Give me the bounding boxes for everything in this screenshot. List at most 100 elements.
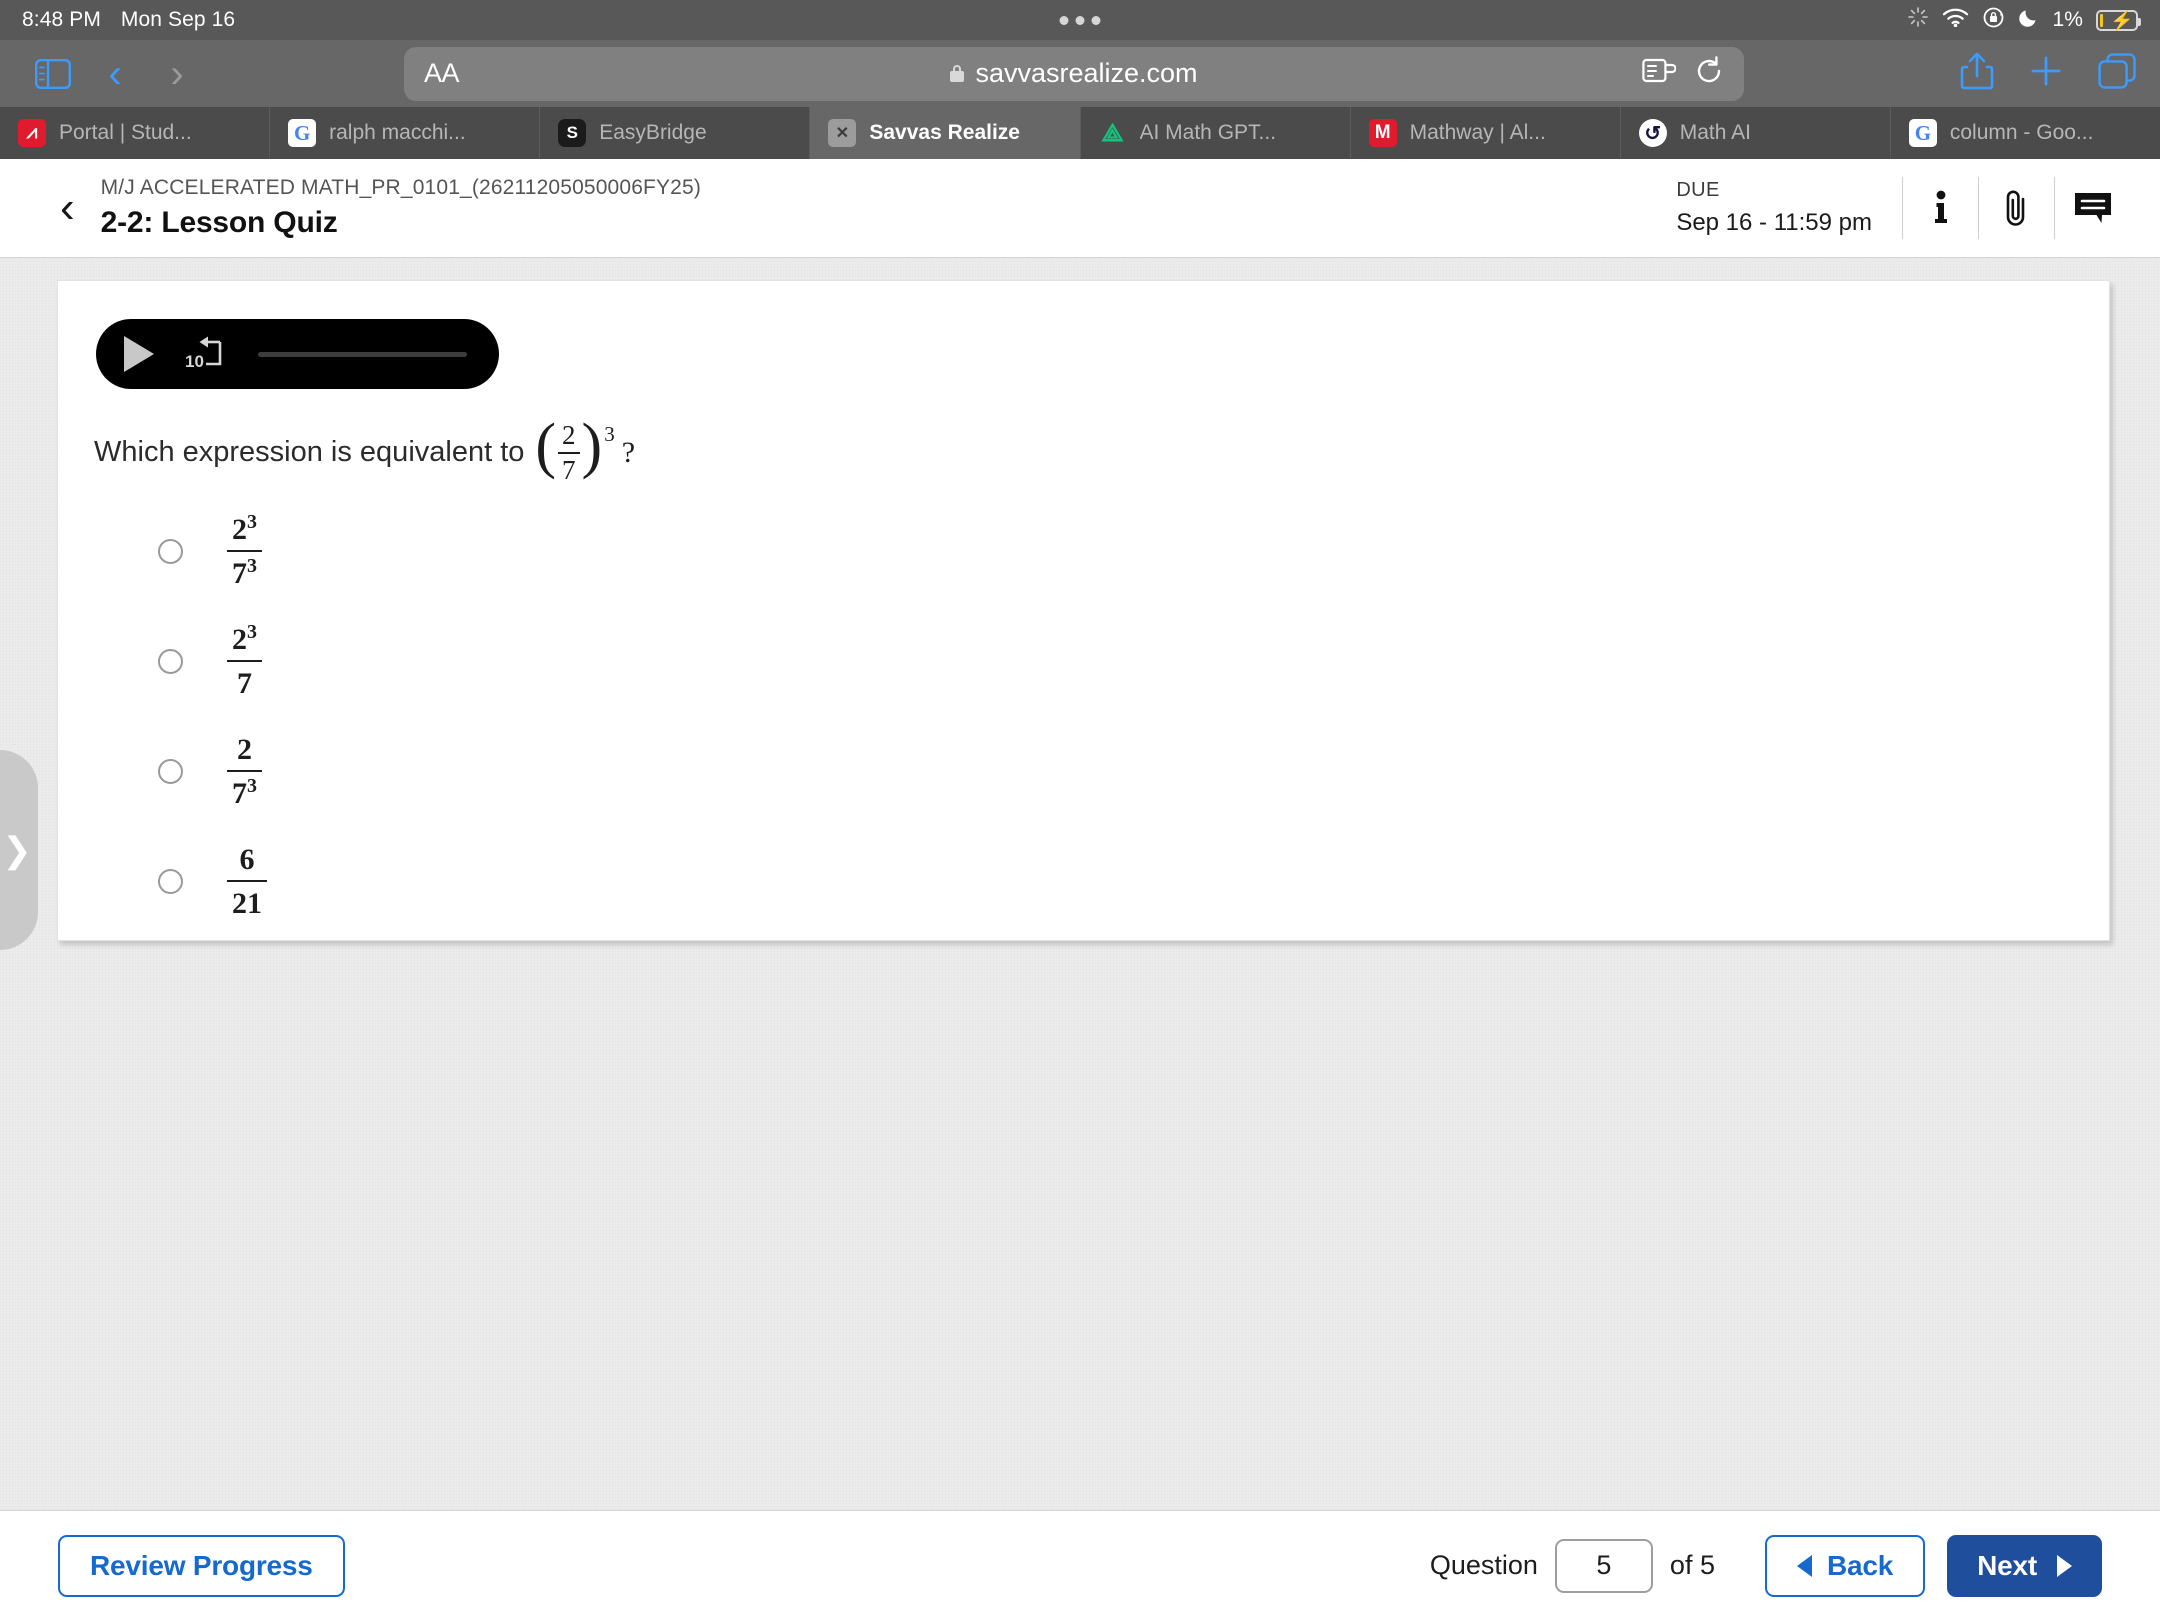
ipad-safari-window: 8:48 PM Mon Sep 16 1% ⚡ ‹ › AA savvasrea… [0,0,2160,1620]
address-bar-wrap: AA savvasrealize.com [210,46,1938,101]
browser-tab-ralph-macchio[interactable]: G ralph macchi... [270,107,541,159]
powerschool-icon: ⩘ [18,119,46,147]
google-icon: G [288,119,317,147]
status-left: 8:48 PM Mon Sep 16 [22,8,235,32]
answer-choice-2[interactable]: 23 7 [94,606,794,716]
brightness-icon [1907,6,1929,34]
battery-charging-icon: ⚡ [2096,9,2141,32]
triangle-right-icon [2057,1554,2072,1577]
radio-button[interactable] [158,758,183,784]
text-size-button[interactable]: AA [424,58,460,89]
mathway-icon: M [1368,119,1397,147]
answer-choice-4[interactable]: 6 21 [94,826,794,936]
reload-icon[interactable] [1694,56,1724,91]
answer-choices: 23 73 23 7 2 73 6 21 [94,496,794,936]
tab-label: Mathway | Al... [1409,121,1546,144]
back-icon[interactable]: ‹ [86,51,144,97]
play-icon[interactable] [124,336,154,372]
info-icon[interactable] [1902,177,1978,239]
google-icon: G [1908,119,1937,147]
next-button-label: Next [1977,1549,2037,1581]
expression-exponent: 3 [604,422,615,446]
browser-tab-mathway[interactable]: M Mathway | Al... [1351,107,1621,159]
choice-denominator: 7 [237,667,252,700]
triangle-left-icon [1796,1554,1812,1577]
fraction-bar [227,660,262,662]
sidebar-icon[interactable] [24,51,82,97]
tabs-icon[interactable] [2098,53,2136,94]
attachment-icon[interactable] [1978,177,2054,239]
url-display: savvasrealize.com [404,58,1744,89]
share-icon[interactable] [1960,51,1994,96]
close-icon[interactable]: ✕ [828,119,857,147]
quiz-content-area: 10 Which expression is equivalent to ( 2… [0,258,2160,1510]
page-title: 2-2: Lesson Quiz [100,206,338,239]
lesson-header: ‹ M/J ACCELERATED MATH_PR_0101_(26211205… [0,159,2160,258]
answer-choice-1[interactable]: 23 73 [94,496,794,606]
forward-icon[interactable]: › [148,51,206,97]
tab-label: ralph macchi... [329,121,466,144]
nav-buttons: Back Next [1764,1534,2102,1597]
choice-numerator: 23 [232,511,257,547]
browser-tab-easybridge[interactable]: S EasyBridge [540,107,811,159]
radio-button[interactable] [158,648,183,674]
tab-label: AI Math GPT... [1139,121,1277,144]
choice-denominator: 73 [232,555,257,590]
question-total-label: of 5 [1669,1550,1715,1580]
review-progress-button[interactable]: Review Progress [58,1534,345,1597]
next-button[interactable]: Next [1947,1534,2102,1597]
status-time: 8:48 PM [22,8,101,31]
status-date: Mon Sep 16 [120,8,236,31]
mathai-icon: ↺ [1638,119,1667,147]
ios-status-bar: 8:48 PM Mon Sep 16 1% ⚡ [0,0,2160,40]
browser-tab-math-ai[interactable]: ↺ Math AI [1621,107,1891,159]
question-label: Question [1429,1550,1538,1580]
course-name: M/J ACCELERATED MATH_PR_0101_(2621120505… [100,176,701,199]
tab-label: column - Goo... [1949,121,2094,144]
question-card: 10 Which expression is equivalent to ( 2… [57,280,2110,941]
choice-fraction: 6 21 [227,841,267,920]
side-drawer-handle[interactable]: ❯ [0,750,38,950]
browser-tab-portal[interactable]: ⩘ Portal | Stud... [0,107,271,159]
back-button[interactable]: Back [1764,1534,1926,1597]
compass-icon: ⟁ [1101,118,1124,147]
multitask-handle[interactable] [1059,15,1101,25]
answer-choice-3[interactable]: 2 73 [94,716,794,826]
due-value: Sep 16 - 11:59 pm [1676,209,1872,236]
choice-fraction: 23 73 [227,511,262,590]
rewind-10-icon[interactable]: 10 [184,334,228,374]
audio-progress-bar[interactable] [258,351,467,357]
choice-numerator: 2 [237,733,252,767]
due-block: DUE Sep 16 - 11:59 pm [1676,179,1902,237]
radio-button[interactable] [158,868,183,894]
header-actions: DUE Sep 16 - 11:59 pm [1676,177,2130,239]
easybridge-icon: S [558,119,587,147]
reader-icon[interactable] [1642,57,1677,90]
right-paren: ) [581,412,603,480]
rotation-lock-icon [1982,6,2005,35]
fraction-bar [227,770,262,772]
question-expression: ( 2 7 ) 3 [535,412,615,485]
audio-player[interactable]: 10 [96,319,499,389]
header-titles: M/J ACCELERATED MATH_PR_0101_(2621120505… [101,176,701,240]
address-bar-actions [1642,56,1724,91]
browser-tab-savvas-realize[interactable]: ✕ Savvas Realize [810,107,1081,159]
header-back-button[interactable]: ‹ [60,186,75,230]
choice-fraction: 2 73 [227,731,262,810]
rewind-seconds: 10 [185,352,204,371]
tab-label: Math AI [1679,121,1751,144]
fraction-bar [227,880,267,882]
choice-numerator: 23 [232,621,257,657]
browser-tab-ai-math-gpt[interactable]: ⟁ AI Math GPT... [1081,107,1351,159]
choice-fraction: 23 7 [227,621,262,700]
comment-icon[interactable] [2054,177,2130,239]
question-number-input[interactable] [1554,1538,1653,1593]
fraction-denominator: 7 [562,454,576,485]
chevron-right-icon: ❯ [2,830,32,870]
wifi-icon [1942,7,1969,33]
radio-button[interactable] [158,538,183,564]
choice-denominator: 73 [232,775,257,810]
new-tab-icon[interactable] [2028,53,2064,94]
browser-tab-column-google[interactable]: G column - Goo... [1891,107,2160,159]
address-bar[interactable]: AA savvasrealize.com [404,46,1744,101]
